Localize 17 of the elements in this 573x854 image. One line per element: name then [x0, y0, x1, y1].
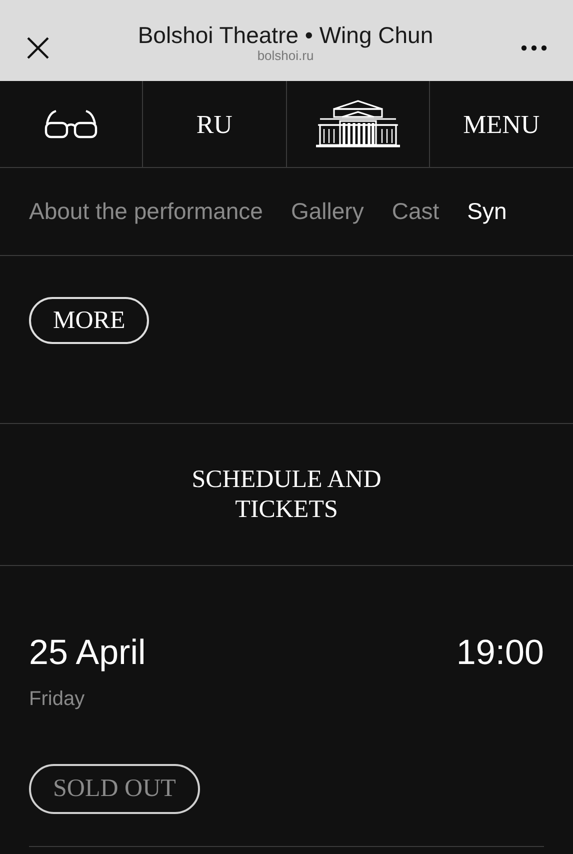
- event-time: 19:00: [456, 632, 544, 674]
- event-weekday: Friday: [29, 687, 86, 712]
- page-url: bolshoi.ru: [257, 48, 314, 62]
- section-tab[interactable]: Cast: [392, 194, 440, 229]
- glasses-icon[interactable]: [44, 109, 98, 139]
- event-date: 25 April: [29, 632, 146, 674]
- close-icon[interactable]: [26, 36, 50, 60]
- menu-button[interactable]: MENU: [463, 104, 540, 144]
- section-heading: SCHEDULE AND TICKETS: [190, 464, 382, 524]
- more-options-icon[interactable]: [521, 44, 547, 50]
- page-title: Bolshoi Theatre • Wing Chun: [138, 20, 434, 48]
- section-tab[interactable]: Syn: [467, 194, 507, 229]
- more-button[interactable]: MORE: [29, 297, 150, 344]
- theatre-building-icon[interactable]: [314, 99, 402, 149]
- section-tab[interactable]: Gallery: [290, 194, 364, 229]
- section-tab[interactable]: About the performance: [29, 194, 263, 229]
- language-button[interactable]: RU: [196, 104, 232, 144]
